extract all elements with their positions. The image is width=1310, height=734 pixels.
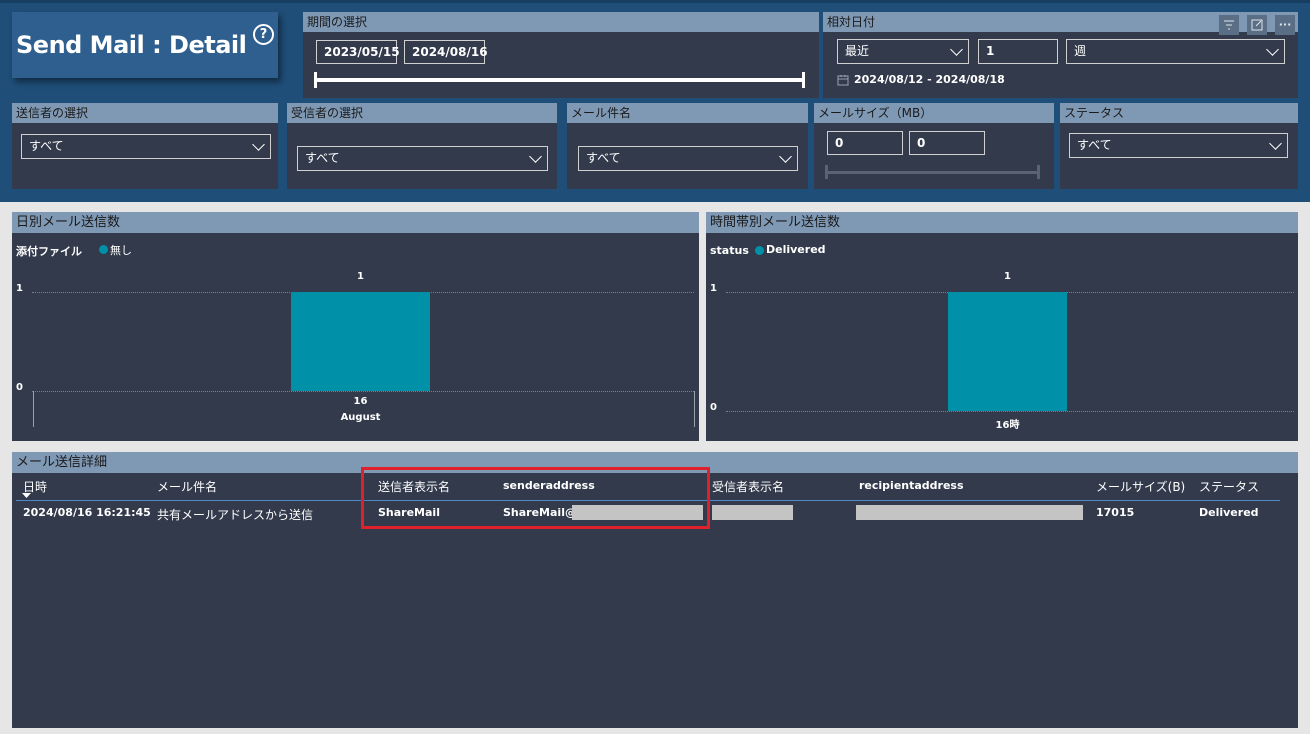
focus-mode-icon[interactable] xyxy=(1247,15,1267,35)
sort-descending-icon xyxy=(22,493,31,498)
period-slider-track[interactable] xyxy=(315,78,805,82)
gridline xyxy=(32,391,694,392)
subject-slicer: メール件名 すべて xyxy=(567,103,808,189)
x-axis-boundary-line xyxy=(33,391,34,427)
y-axis-tick-label: 1 xyxy=(16,283,23,294)
highlight-box xyxy=(361,467,710,529)
chevron-down-icon xyxy=(779,150,792,163)
size-slider-track[interactable] xyxy=(826,171,1040,174)
period-slider-start-handle[interactable] xyxy=(314,72,317,88)
size-slider-min-handle[interactable] xyxy=(825,165,828,179)
status-slicer-header: ステータス xyxy=(1060,103,1298,123)
size-max-input[interactable]: 0 xyxy=(909,131,985,155)
redaction-mask xyxy=(712,505,793,520)
x-axis-tick-label: 16時 xyxy=(995,420,1020,431)
period-slicer: 期間の選択 2023/05/15 2024/08/16 xyxy=(303,12,819,98)
status-dropdown-value: すべて xyxy=(1077,138,1112,152)
calendar-icon xyxy=(837,75,849,86)
size-slicer-header: メールサイズ（MB） xyxy=(814,103,1054,123)
recipient-slicer: 受信者の選択 すべて xyxy=(287,103,557,189)
y-axis-tick-label: 1 xyxy=(710,283,717,294)
sender-dropdown[interactable]: すべて xyxy=(21,134,271,159)
hourly-send-chart: 時間帯別メール送信数 status Delivered 0 1 1 16時 xyxy=(706,212,1298,441)
y-axis-tick-label: 0 xyxy=(710,402,717,413)
recipient-dropdown[interactable]: すべて xyxy=(297,146,548,171)
column-header-status[interactable]: ステータス xyxy=(1199,478,1259,495)
subject-slicer-header: メール件名 xyxy=(567,103,808,123)
chevron-down-icon xyxy=(529,150,542,163)
cell-status: Delivered xyxy=(1199,506,1259,519)
cell-size: 17015 xyxy=(1096,506,1135,519)
relative-range-text: 2024/08/12 - 2024/08/18 xyxy=(854,73,1005,86)
chevron-down-icon xyxy=(1266,43,1279,56)
question-circle-icon[interactable]: ? xyxy=(253,24,274,45)
relative-unit-value: 週 xyxy=(1074,44,1087,58)
y-axis-tick-label: 0 xyxy=(16,382,23,393)
hourly-plot-area: 0 1 1 16時 xyxy=(706,212,1298,441)
redaction-mask xyxy=(856,505,1083,520)
relative-mode-dropdown[interactable]: 最近 xyxy=(837,39,969,64)
sender-slicer: 送信者の選択 すべて xyxy=(12,103,278,189)
period-end-input[interactable]: 2024/08/16 xyxy=(404,40,488,64)
size-slider-max-handle[interactable] xyxy=(1037,165,1040,179)
column-header-recipient-address[interactable]: recipientaddress xyxy=(859,479,964,492)
subject-dropdown-value: すべて xyxy=(586,151,621,165)
more-options-icon[interactable]: ··· xyxy=(1275,15,1295,35)
daily-send-chart: 日別メール送信数 添付ファイル 無し 0 1 1 16 August xyxy=(12,212,699,441)
sender-slicer-header: 送信者の選択 xyxy=(12,103,278,123)
relative-unit-dropdown[interactable]: 週 xyxy=(1066,39,1285,64)
column-header-size[interactable]: メールサイズ(B) xyxy=(1096,478,1185,495)
subject-dropdown[interactable]: すべて xyxy=(578,146,798,171)
relative-mode-value: 最近 xyxy=(845,44,870,58)
period-start-input[interactable]: 2023/05/15 xyxy=(316,40,400,64)
sender-dropdown-value: すべて xyxy=(29,139,64,153)
recipient-slicer-header: 受信者の選択 xyxy=(287,103,557,123)
filter-icon[interactable] xyxy=(1219,15,1239,35)
column-header-recipient-name[interactable]: 受信者表示名 xyxy=(712,478,784,495)
x-axis-group-label: August xyxy=(340,412,381,423)
daily-plot-area: 0 1 1 16 August xyxy=(12,212,699,441)
cell-subject: 共有メールアドレスから送信 xyxy=(157,508,314,522)
page-title: Send Mail : Detail xyxy=(16,31,247,59)
period-slicer-header: 期間の選択 xyxy=(303,12,819,32)
chevron-down-icon xyxy=(1269,137,1282,150)
recipient-dropdown-value: すべて xyxy=(305,151,340,165)
chevron-down-icon xyxy=(252,138,265,151)
column-header-subject[interactable]: メール件名 xyxy=(157,478,217,495)
data-label: 1 xyxy=(357,271,364,282)
period-slider-end-handle[interactable] xyxy=(802,72,805,88)
size-min-input[interactable]: 0 xyxy=(827,131,903,155)
status-slicer: ステータス すべて xyxy=(1060,103,1298,189)
size-slicer: メールサイズ（MB） 0 0 xyxy=(814,103,1054,189)
x-axis-tick-label: 16 xyxy=(353,396,368,407)
gridline xyxy=(726,411,1294,412)
data-label: 1 xyxy=(1004,271,1011,282)
x-axis-boundary-line xyxy=(694,391,695,427)
chevron-down-icon xyxy=(950,43,963,56)
data-bar[interactable] xyxy=(291,292,430,391)
cell-datetime: 2024/08/16 16:21:45 xyxy=(23,506,151,519)
status-dropdown[interactable]: すべて xyxy=(1069,133,1288,158)
data-bar[interactable] xyxy=(948,292,1067,411)
relative-count-input[interactable]: 1 xyxy=(978,39,1058,64)
